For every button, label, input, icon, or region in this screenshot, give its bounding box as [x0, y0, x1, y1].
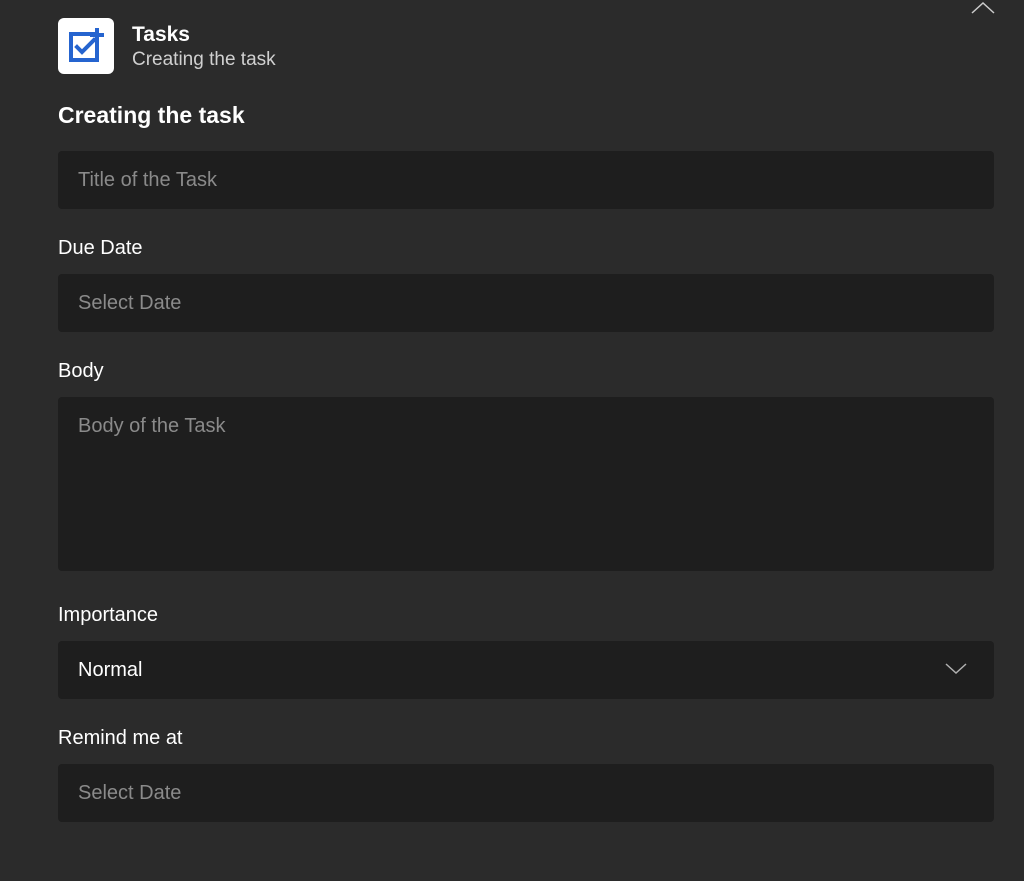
tasks-app-icon	[58, 18, 114, 74]
importance-selected-value: Normal	[78, 659, 142, 682]
importance-select[interactable]: Normal	[58, 641, 994, 699]
remind-label: Remind me at	[58, 727, 994, 750]
remind-date-input[interactable]	[58, 764, 994, 822]
due-date-label: Due Date	[58, 237, 994, 260]
importance-field-block: Importance Normal	[58, 604, 994, 699]
task-checkbox-icon	[66, 26, 106, 66]
body-label: Body	[58, 360, 994, 383]
due-date-field-block: Due Date	[58, 237, 994, 332]
importance-label: Importance	[58, 604, 994, 627]
chevron-up-icon	[970, 0, 996, 16]
section-title: Creating the task	[58, 102, 1024, 129]
importance-select-wrapper: Normal	[58, 641, 994, 699]
task-title-input[interactable]	[58, 151, 994, 209]
due-date-input[interactable]	[58, 274, 994, 332]
header: Tasks Creating the task	[58, 18, 1024, 74]
chevron-down-icon	[944, 659, 968, 682]
title-field-block	[58, 151, 994, 209]
task-body-input[interactable]	[58, 397, 994, 571]
header-text: Tasks Creating the task	[132, 18, 276, 71]
task-form-panel: Tasks Creating the task Creating the tas…	[0, 0, 1024, 822]
body-field-block: Body	[58, 360, 994, 576]
app-title: Tasks	[132, 22, 276, 47]
app-subtitle: Creating the task	[132, 49, 276, 71]
collapse-chevron[interactable]	[970, 0, 996, 21]
remind-field-block: Remind me at	[58, 727, 994, 822]
